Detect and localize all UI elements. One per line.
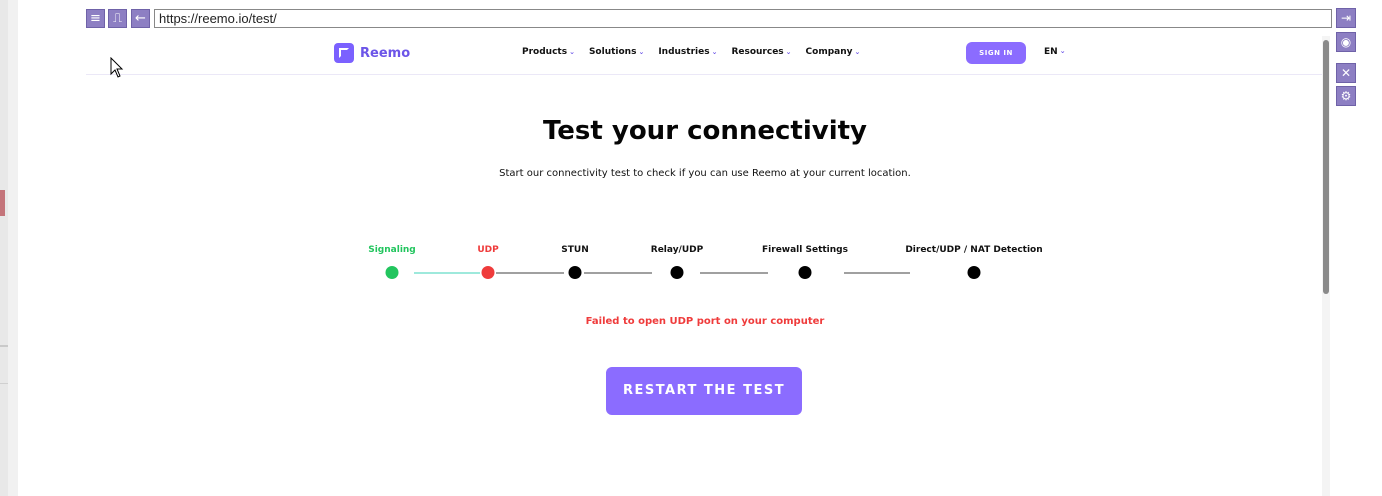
site-header: Reemo Products ⌄ Solutions ⌄ Industries ⌄ R… xyxy=(86,34,1324,75)
menu-item-solutions[interactable]: Solutions ⌄ xyxy=(589,47,644,57)
restart-test-button[interactable]: RESTART THE TEST xyxy=(606,367,802,415)
chevron-down-icon: ⌄ xyxy=(711,48,718,56)
step-connector xyxy=(496,272,564,274)
pulse-icon[interactable]: ⎍ xyxy=(108,9,127,28)
compress-icon[interactable]: ✕ xyxy=(1336,63,1356,83)
error-message: Failed to open UDP port on your computer xyxy=(585,316,825,327)
step-connector xyxy=(414,272,480,274)
chevron-down-icon: ⌄ xyxy=(569,48,575,56)
back-arrow-icon[interactable]: ← xyxy=(131,9,150,28)
language-selector[interactable]: EN ⌄ xyxy=(1044,47,1066,57)
chevron-down-icon: ⌄ xyxy=(1059,47,1066,55)
step-label-stun: STUN xyxy=(561,245,589,255)
chevron-down-icon: ⌄ xyxy=(638,48,645,56)
address-bar[interactable]: https://reemo.io/test/ xyxy=(154,9,1332,28)
chevron-down-icon: ⌄ xyxy=(854,48,861,56)
scrollbar-thumb[interactable] xyxy=(1323,40,1329,294)
step-dot-nat-detection xyxy=(967,266,981,279)
browser-toolbar: ≡ ⎍ ← https://reemo.io/test/ xyxy=(86,8,1334,30)
step-connector xyxy=(844,272,910,274)
step-dot-udp xyxy=(481,266,495,279)
chevron-down-icon: ⌄ xyxy=(785,48,792,56)
mouse-cursor-icon xyxy=(110,57,124,78)
page-subtitle: Start our connectivity test to check if … xyxy=(499,168,911,179)
step-label-firewall-settings: Firewall Settings xyxy=(762,245,848,255)
left-edge-marker xyxy=(0,190,5,216)
gear-icon[interactable]: ⚙ xyxy=(1336,86,1356,106)
wifi-icon[interactable]: ◉ xyxy=(1336,32,1356,52)
logo-text: Reemo xyxy=(360,45,411,61)
menu-item-resources[interactable]: Resources ⌄ xyxy=(731,47,791,57)
logo-icon xyxy=(334,43,354,63)
site-logo[interactable]: Reemo xyxy=(334,43,410,63)
menu-icon[interactable]: ≡ xyxy=(86,9,105,28)
step-connector xyxy=(700,272,768,274)
step-label-signaling: Signaling xyxy=(368,245,416,255)
left-edge xyxy=(0,0,8,496)
step-label-nat-detection: Direct/UDP / NAT Detection xyxy=(905,245,1043,255)
step-label-relay-udp: Relay/UDP xyxy=(650,245,704,255)
menu-item-products[interactable]: Products ⌄ xyxy=(522,47,575,57)
page-viewport: Reemo Products ⌄ Solutions ⌄ Industries ⌄ R… xyxy=(86,34,1334,496)
step-dot-firewall-settings xyxy=(798,266,812,279)
menu-item-company[interactable]: Company ⌄ xyxy=(806,47,861,57)
login-icon[interactable]: ⇥ xyxy=(1336,8,1356,28)
step-dot-signaling xyxy=(385,266,399,279)
page-title: Test your connectivity xyxy=(543,116,867,146)
left-edge-divider xyxy=(0,345,8,347)
main-menu: Products ⌄ Solutions ⌄ Industries ⌄ Resourc… xyxy=(522,47,860,57)
step-dot-relay-udp xyxy=(670,266,684,279)
step-connector xyxy=(584,272,652,274)
step-label-udp: UDP xyxy=(477,245,499,255)
step-dot-stun xyxy=(568,266,582,279)
sign-in-button[interactable]: SIGN IN xyxy=(966,42,1026,64)
left-edge-divider xyxy=(0,383,8,384)
menu-item-industries[interactable]: Industries ⌄ xyxy=(658,47,717,57)
